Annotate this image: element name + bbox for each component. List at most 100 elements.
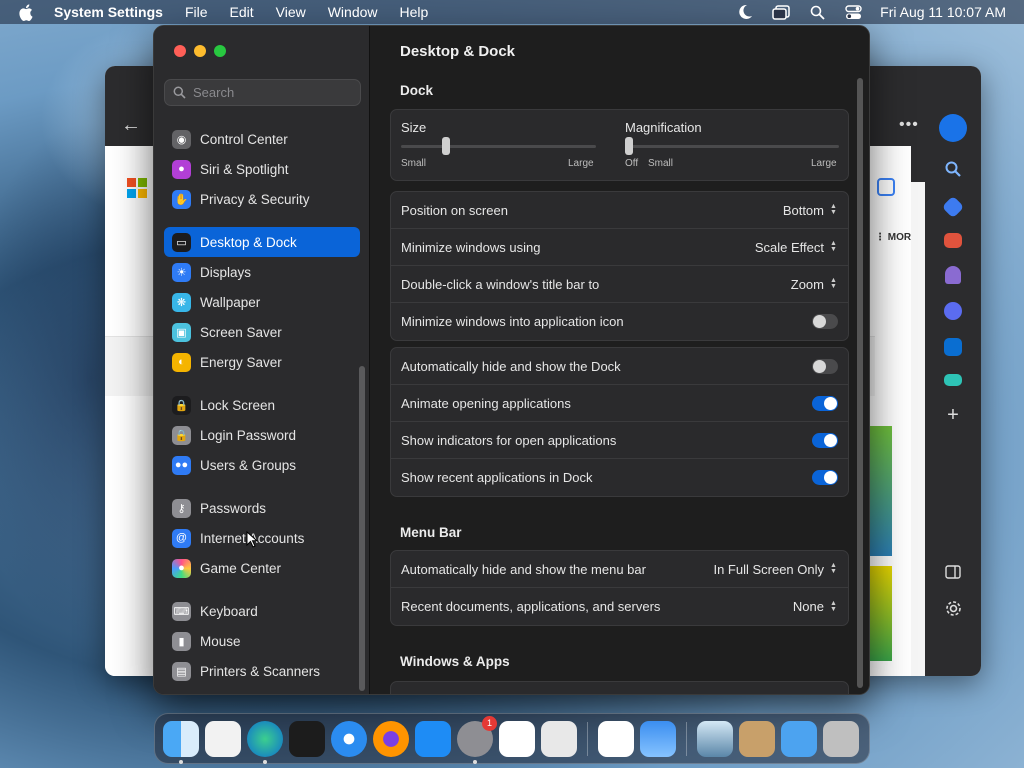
sidebar-item-printers-scanners[interactable]: ▤ Printers & Scanners [164, 656, 360, 686]
edge-icon[interactable] [247, 720, 283, 764]
popup-button[interactable]: Bottom ▲ ▼ [783, 203, 838, 218]
dock-separator [686, 721, 687, 756]
search-icon [173, 86, 186, 99]
search-input[interactable] [193, 85, 353, 100]
finder-icon[interactable] [163, 720, 199, 764]
moon-icon[interactable] [736, 4, 754, 20]
sidebar-item-label: Users & Groups [200, 457, 297, 473]
control-center-icon[interactable] [844, 4, 862, 20]
dock-size-group: Size Small Large Magnification Off Small… [390, 109, 849, 181]
users-icon: ●● [172, 455, 191, 475]
copilot-icon[interactable] [944, 302, 962, 320]
size-slider-knob[interactable] [441, 137, 450, 155]
sidebar-item-mouse[interactable]: ▮ Mouse [164, 626, 360, 656]
search-icon[interactable] [808, 4, 826, 20]
size-large-label: Large [568, 158, 594, 169]
sidebar-scrollbar[interactable] [359, 366, 365, 691]
sidebar-item-lock-screen[interactable]: 🔒 Lock Screen [164, 390, 360, 420]
trash-icon[interactable] [823, 720, 859, 757]
sidebar-item-siri-spotlight[interactable]: ● Siri & Spotlight [164, 154, 360, 184]
sidebar-item-passwords[interactable]: ⚷ Passwords [164, 493, 360, 523]
content-scrollbar[interactable] [857, 78, 863, 688]
sidebar-item-users-groups[interactable]: ●● Users & Groups [164, 450, 360, 480]
terminal-icon[interactable] [289, 720, 325, 757]
sidebar-item-internet-accounts[interactable]: @ Internet Accounts [164, 523, 360, 553]
setting-row: Show recent applications in Dock [391, 459, 848, 496]
shopping-tag-icon[interactable] [941, 195, 965, 219]
add-icon[interactable]: + [947, 404, 959, 427]
game-center-icon: ● [172, 558, 191, 578]
sidebar-item-game-center[interactable]: ● Game Center [164, 553, 360, 583]
menu-window[interactable]: Window [328, 4, 378, 20]
toggle-switch[interactable] [812, 395, 838, 411]
app-store-icon[interactable] [415, 720, 451, 757]
more-link[interactable]: ⋮ MOR [875, 232, 911, 243]
visual-studio-icon[interactable] [598, 720, 634, 757]
firefox-icon[interactable] [373, 720, 409, 757]
menu-help[interactable]: Help [400, 4, 429, 20]
system-settings-icon[interactable]: 1 [457, 715, 497, 764]
popup-button[interactable]: Zoom ▲ ▼ [791, 277, 838, 292]
apple-icon[interactable] [18, 3, 36, 21]
gear-icon[interactable] [945, 600, 962, 620]
toggle-switch[interactable] [812, 314, 838, 329]
sidebar-item-control-center[interactable]: ◉ Control Center [164, 124, 360, 154]
outlook-icon[interactable] [944, 338, 962, 356]
zoom-button[interactable] [214, 45, 226, 57]
bulb-icon: ◐ [172, 352, 191, 372]
sidebar-toggle-icon[interactable] [945, 565, 961, 582]
popup-button[interactable]: None ▲ ▼ [793, 599, 838, 614]
toggle-switch[interactable] [812, 432, 838, 448]
popup-value: None [792, 599, 824, 614]
weather-icon[interactable] [640, 720, 676, 757]
menu-clock[interactable]: Fri Aug 11 10:07 AM [880, 4, 1006, 20]
key-icon: ⚷ [172, 498, 191, 518]
siri-icon: ● [172, 159, 191, 179]
sidebar-item-privacy-security[interactable]: ✋ Privacy & Security [164, 184, 360, 214]
toggle-switch[interactable] [812, 470, 838, 485]
sidebar-item-desktop-dock[interactable]: ▭ Desktop & Dock [164, 227, 360, 257]
sidebar-item-displays[interactable]: ☀ Displays [164, 257, 360, 287]
sidebar-item-login-password[interactable]: 🔒 Login Password [164, 420, 360, 450]
archive-icon[interactable] [739, 720, 775, 757]
menu-file[interactable]: File [185, 4, 208, 20]
toggle-switch[interactable] [812, 358, 838, 374]
magnification-slider-track[interactable] [625, 145, 839, 148]
visual-search-icon[interactable] [877, 178, 895, 196]
preview-icon[interactable] [697, 720, 733, 757]
size-slider-track[interactable] [401, 145, 596, 148]
sidebar-item-energy-saver[interactable]: ◐ Energy Saver [164, 347, 360, 377]
textedit-icon[interactable] [205, 720, 241, 757]
menu-app-name[interactable]: System Settings [54, 4, 163, 20]
setting-row: Double-click a window's title bar to Zoom… [391, 266, 848, 303]
launchpad-icon[interactable] [541, 720, 577, 757]
popup-button[interactable]: Scale Effect ▲ ▼ [755, 240, 838, 255]
minimize-button[interactable] [194, 45, 206, 57]
games-icon[interactable] [945, 266, 961, 284]
vscode-icon[interactable] [499, 720, 535, 757]
stage-manager-icon[interactable] [772, 4, 790, 20]
close-button[interactable] [174, 45, 186, 57]
section-dock-title: Dock [400, 83, 434, 98]
magnification-slider-knob[interactable] [625, 137, 633, 155]
send-icon[interactable] [944, 374, 962, 386]
more-dots-icon[interactable]: ••• [899, 116, 919, 134]
search-field[interactable] [164, 79, 361, 106]
keyboard-icon: ⌨ [172, 601, 191, 621]
menu-view[interactable]: View [276, 4, 306, 20]
popup-button[interactable]: In Full Screen Only ▲ ▼ [713, 562, 838, 577]
toolbox-icon[interactable] [944, 233, 962, 248]
sidebar-item-wallpaper[interactable]: ❋ Wallpaper [164, 287, 360, 317]
sidebar-item-label: Control Center [200, 131, 288, 147]
sidebar-item-keyboard[interactable]: ⌨ Keyboard [164, 596, 360, 626]
dock-separator [587, 721, 588, 756]
bing-chat-icon[interactable] [939, 114, 967, 142]
search-icon[interactable] [944, 160, 962, 181]
back-arrow-icon[interactable]: ← [121, 114, 141, 137]
menu-edit[interactable]: Edit [230, 4, 254, 20]
sidebar-item-label: Printers & Scanners [200, 663, 321, 679]
safari-icon[interactable] [331, 720, 367, 757]
folder-icon[interactable] [781, 720, 817, 757]
sidebar-item-screen-saver[interactable]: ▣ Screen Saver [164, 317, 360, 347]
